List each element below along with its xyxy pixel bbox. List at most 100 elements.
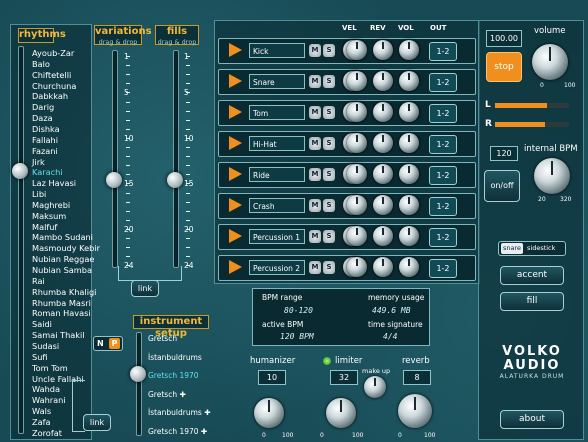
mute-button[interactable]: M: [309, 199, 321, 212]
output-select[interactable]: 1-2: [429, 166, 457, 185]
vol-knob[interactable]: [399, 257, 419, 277]
mute-button[interactable]: M: [309, 75, 321, 88]
snare-sidestick-toggle[interactable]: snare sidestick: [498, 241, 566, 256]
output-select[interactable]: 1-2: [429, 135, 457, 154]
rev-knob[interactable]: [373, 71, 393, 91]
output-select[interactable]: 1-2: [429, 259, 457, 278]
rhythm-item[interactable]: Sudasi: [32, 341, 59, 351]
stop-button[interactable]: stop: [486, 52, 522, 82]
variations-link-button[interactable]: link: [131, 280, 159, 297]
rhythm-item[interactable]: Nubian Reggae: [32, 254, 94, 264]
rhythm-item[interactable]: Maksum: [32, 211, 66, 221]
play-icon[interactable]: [229, 105, 242, 119]
play-icon[interactable]: [229, 198, 242, 212]
rhythm-item[interactable]: Sufi: [32, 352, 48, 362]
play-icon[interactable]: [229, 167, 242, 181]
mute-button[interactable]: M: [309, 168, 321, 181]
vel-knob[interactable]: [347, 164, 367, 184]
rev-knob[interactable]: [373, 40, 393, 60]
bpm-onoff-button[interactable]: on/off: [484, 170, 520, 202]
variations-slider-handle[interactable]: [106, 172, 122, 188]
rhythm-item[interactable]: Wahda: [32, 384, 60, 394]
vel-knob[interactable]: [347, 133, 367, 153]
rhythm-item[interactable]: Maghrebi: [32, 200, 70, 210]
rhythm-item[interactable]: Laz Havasi: [32, 178, 76, 188]
vel-knob[interactable]: [347, 102, 367, 122]
volume-value[interactable]: 100.00: [486, 30, 522, 47]
rhythm-slider-track[interactable]: [18, 46, 24, 434]
np-toggle[interactable]: N P: [93, 336, 123, 351]
about-button[interactable]: about: [500, 410, 564, 429]
mute-button[interactable]: M: [309, 137, 321, 150]
rhythm-item[interactable]: Chiftetelli: [32, 70, 71, 80]
rhythm-item[interactable]: Tom Tom: [32, 363, 68, 373]
makeup-knob[interactable]: [364, 376, 386, 398]
vol-knob[interactable]: [399, 164, 419, 184]
rhythm-item[interactable]: Karachi: [32, 167, 63, 177]
play-icon[interactable]: [229, 136, 242, 150]
instrument-item[interactable]: İstanbuldrums ✚: [148, 408, 211, 417]
play-icon[interactable]: [229, 74, 242, 88]
output-select[interactable]: 1-2: [429, 197, 457, 216]
reverb-value[interactable]: 8: [403, 370, 431, 385]
instrument-item[interactable]: Gretsch 1970: [148, 371, 199, 380]
solo-button[interactable]: S: [323, 44, 335, 57]
solo-button[interactable]: S: [323, 137, 335, 150]
p-option[interactable]: P: [109, 338, 120, 349]
rhythm-item[interactable]: Masmoudy Kebir: [32, 243, 100, 253]
instrument-item[interactable]: Gretsch 1970 ✚: [148, 427, 207, 436]
rev-knob[interactable]: [373, 133, 393, 153]
rev-knob[interactable]: [373, 257, 393, 277]
rhythm-item[interactable]: Mambo Sudani: [32, 232, 93, 242]
mute-button[interactable]: M: [309, 106, 321, 119]
mute-button[interactable]: M: [309, 230, 321, 243]
rev-knob[interactable]: [373, 164, 393, 184]
rhythm-item[interactable]: Ayoub-Zar: [32, 48, 74, 58]
vol-knob[interactable]: [399, 102, 419, 122]
vol-knob[interactable]: [399, 226, 419, 246]
instrument-item[interactable]: İstanbuldrums: [148, 353, 202, 362]
fill-button[interactable]: fill: [500, 292, 564, 311]
vel-knob[interactable]: [347, 226, 367, 246]
rhythm-item[interactable]: Rai: [32, 276, 45, 286]
instrument-item[interactable]: Gretsch: [148, 334, 177, 343]
rhythm-slider-handle[interactable]: [12, 163, 28, 179]
rhythm-item[interactable]: Zorofat: [32, 428, 62, 438]
rhythm-item[interactable]: Libi: [32, 189, 46, 199]
accent-button[interactable]: accent: [500, 266, 564, 285]
rhythm-item[interactable]: Rhumba Masri: [32, 298, 91, 308]
fills-slider-track[interactable]: [173, 50, 179, 268]
rhythm-item[interactable]: Zafa: [32, 417, 51, 427]
solo-button[interactable]: S: [323, 168, 335, 181]
rev-knob[interactable]: [373, 226, 393, 246]
rhythm-item[interactable]: Wals: [32, 406, 51, 416]
rhythm-item[interactable]: Jirk: [32, 157, 45, 167]
play-icon[interactable]: [229, 260, 242, 274]
rhythm-item[interactable]: Daza: [32, 113, 53, 123]
rhythm-item[interactable]: Rhumba Khaligi: [32, 287, 96, 297]
output-select[interactable]: 1-2: [429, 73, 457, 92]
mute-button[interactable]: M: [309, 44, 321, 57]
output-select[interactable]: 1-2: [429, 42, 457, 61]
limiter-led[interactable]: [323, 357, 331, 365]
vel-knob[interactable]: [347, 257, 367, 277]
play-icon[interactable]: [229, 43, 242, 57]
mute-button[interactable]: M: [309, 261, 321, 274]
rhythm-item[interactable]: Nubian Samba: [32, 265, 92, 275]
snare-option[interactable]: snare: [501, 243, 524, 254]
rhythm-item[interactable]: Samai Thakil: [32, 330, 85, 340]
output-select[interactable]: 1-2: [429, 104, 457, 123]
vol-knob[interactable]: [399, 40, 419, 60]
rhythm-item[interactable]: Malfuf: [32, 222, 57, 232]
internal-bpm-knob[interactable]: [534, 158, 570, 194]
rev-knob[interactable]: [373, 195, 393, 215]
solo-button[interactable]: S: [323, 106, 335, 119]
rhythm-item[interactable]: Darig: [32, 102, 54, 112]
rhythm-item[interactable]: Roman Havasi: [32, 308, 91, 318]
fills-slider-handle[interactable]: [167, 172, 183, 188]
n-option[interactable]: N: [97, 337, 104, 350]
solo-button[interactable]: S: [323, 199, 335, 212]
rhythm-item[interactable]: Balo: [32, 59, 50, 69]
rhythm-item[interactable]: Wahrani: [32, 395, 66, 405]
output-select[interactable]: 1-2: [429, 228, 457, 247]
